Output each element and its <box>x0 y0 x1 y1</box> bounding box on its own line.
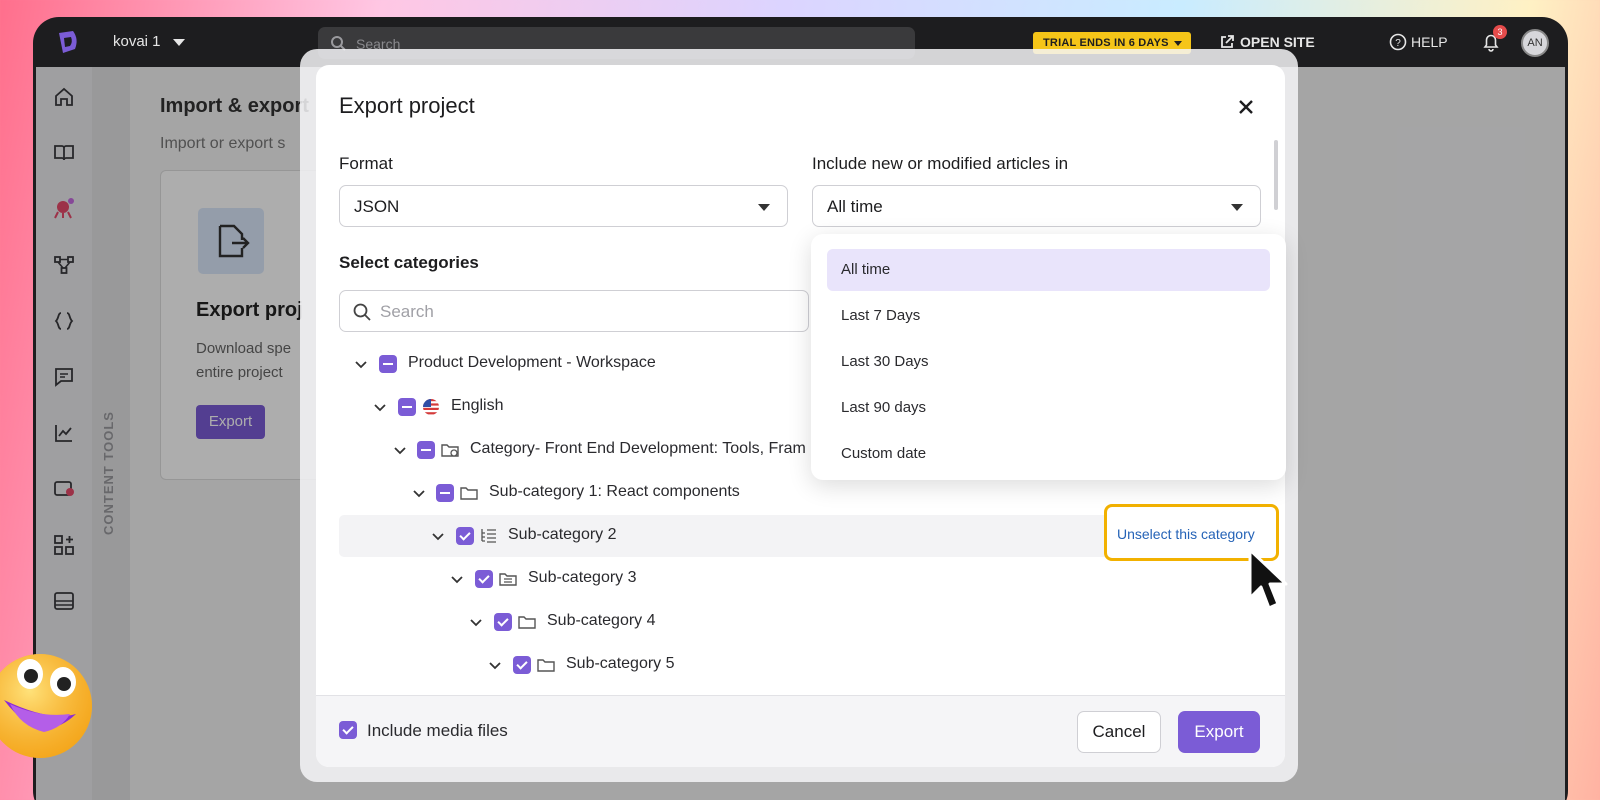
chevron-down-icon[interactable] <box>355 358 367 370</box>
include-media-label: Include media files <box>367 721 508 740</box>
include-articles-select[interactable]: All time <box>812 185 1261 227</box>
tree-row-label: Sub-category 5 <box>566 655 675 672</box>
category-checkbox[interactable] <box>494 613 512 631</box>
shared-folder-icon <box>441 444 459 457</box>
dialog-scrollbar[interactable] <box>1274 140 1278 210</box>
category-checkbox[interactable] <box>456 527 474 545</box>
category-search-input[interactable]: Search <box>339 290 809 332</box>
chevron-down-icon[interactable] <box>451 573 463 585</box>
tree-row-label: Sub-category 3 <box>528 569 637 586</box>
folder-icon <box>537 659 555 672</box>
tree-list-icon <box>481 529 496 543</box>
format-label: Format <box>339 154 393 173</box>
category-checkbox[interactable] <box>398 398 416 416</box>
tree-row-highlighted[interactable]: Sub-category 2 Unselect this category <box>339 504 1279 561</box>
dropdown-option-last-30-days[interactable]: Last 30 Days <box>827 341 1270 383</box>
tree-row-label: Product Development - Workspace <box>408 354 656 371</box>
category-search-placeholder: Search <box>380 302 434 321</box>
folder-icon <box>460 487 478 500</box>
search-icon <box>353 303 371 321</box>
external-link-icon <box>1221 35 1234 48</box>
format-select[interactable]: JSON <box>339 185 788 227</box>
chevron-down-icon[interactable] <box>394 444 406 456</box>
chevron-down-icon[interactable] <box>470 616 482 628</box>
chevron-down-icon <box>758 204 770 211</box>
help-link[interactable]: HELP <box>1411 34 1448 50</box>
include-articles-label: Include new or modified articles in <box>812 154 1069 173</box>
tree-row-label: Category- Front End Development: Tools, … <box>470 440 806 457</box>
dropdown-option-all-time[interactable]: All time <box>827 249 1270 291</box>
chevron-down-icon[interactable] <box>489 659 501 671</box>
category-checkbox[interactable] <box>513 656 531 674</box>
close-icon[interactable] <box>1236 97 1256 117</box>
us-flag-icon <box>423 399 439 415</box>
tree-row-label: Sub-category 4 <box>547 612 656 629</box>
include-articles-dropdown: All time Last 7 Days Last 30 Days Last 9… <box>811 234 1286 480</box>
tree-row[interactable]: Sub-category 5 <box>339 644 1259 686</box>
project-name[interactable]: kovai 1 <box>113 33 161 50</box>
category-checkbox[interactable] <box>379 355 397 373</box>
svg-text:?: ? <box>1395 38 1401 49</box>
dropdown-option-last-7-days[interactable]: Last 7 Days <box>827 295 1270 337</box>
app-logo-icon[interactable] <box>55 29 81 55</box>
chevron-down-icon[interactable] <box>432 530 444 542</box>
folder-icon <box>518 616 536 629</box>
export-button[interactable]: Export <box>1178 711 1260 753</box>
dropdown-option-last-90-days[interactable]: Last 90 days <box>827 387 1270 429</box>
category-checkbox[interactable] <box>436 484 454 502</box>
grinning-emoji-icon <box>0 654 92 758</box>
category-checkbox[interactable] <box>417 441 435 459</box>
cancel-button[interactable]: Cancel <box>1077 711 1161 753</box>
include-articles-value: All time <box>827 197 883 216</box>
dialog-footer: Include media files Cancel Export <box>316 695 1285 767</box>
avatar[interactable]: AN <box>1521 29 1549 57</box>
tree-row-label: English <box>451 397 504 414</box>
tree-row-label: Sub-category 1: React components <box>489 483 740 500</box>
dialog-title: Export project <box>339 93 475 118</box>
format-select-value: JSON <box>354 197 400 216</box>
help-icon: ? <box>1389 33 1407 51</box>
tree-row[interactable]: Sub-category 4 <box>339 601 1259 643</box>
dropdown-option-custom-date[interactable]: Custom date <box>827 433 1270 475</box>
unselect-category-label: Unselect this category <box>1117 526 1255 542</box>
include-media-checkbox[interactable] <box>339 721 357 739</box>
open-site-link[interactable]: OPEN SITE <box>1240 34 1315 50</box>
project-chevron-down-icon[interactable] <box>173 39 185 46</box>
chevron-down-icon[interactable] <box>413 487 425 499</box>
tree-row[interactable]: Sub-category 3 <box>339 558 1259 600</box>
notification-badge: 3 <box>1493 25 1507 39</box>
mouse-cursor-icon <box>1248 548 1288 610</box>
category-checkbox[interactable] <box>475 570 493 588</box>
select-categories-label: Select categories <box>339 253 479 272</box>
chevron-down-icon <box>1231 204 1243 211</box>
tree-row-label: Sub-category 2 <box>508 526 617 543</box>
document-folder-icon <box>499 573 517 586</box>
chevron-down-icon[interactable] <box>374 401 386 413</box>
